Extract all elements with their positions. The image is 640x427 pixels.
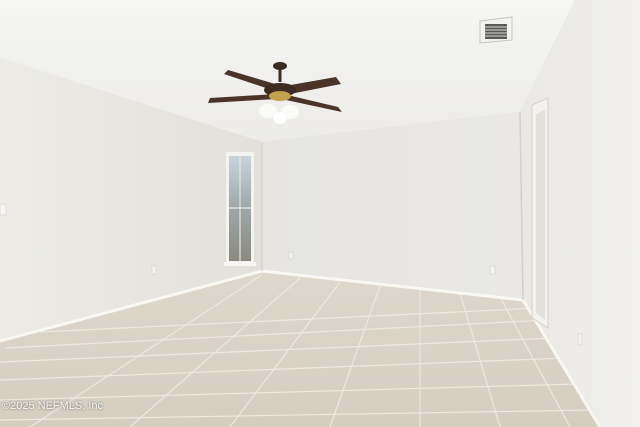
light-switch: [0, 203, 7, 216]
back-wall: [262, 112, 523, 300]
photo-watermark: ©2025 NEFMLS, Inc: [2, 400, 104, 412]
wall-outlet: [577, 333, 583, 346]
wall-outlet: [489, 265, 496, 275]
wall-outlet: [288, 251, 294, 260]
wall-outlet: [151, 265, 157, 275]
doorway: [531, 97, 549, 329]
room-photo: ©2025 NEFMLS, Inc: [0, 0, 640, 427]
ceiling-vent: [479, 16, 513, 44]
room-scene: [0, 0, 640, 427]
window: [224, 152, 256, 266]
